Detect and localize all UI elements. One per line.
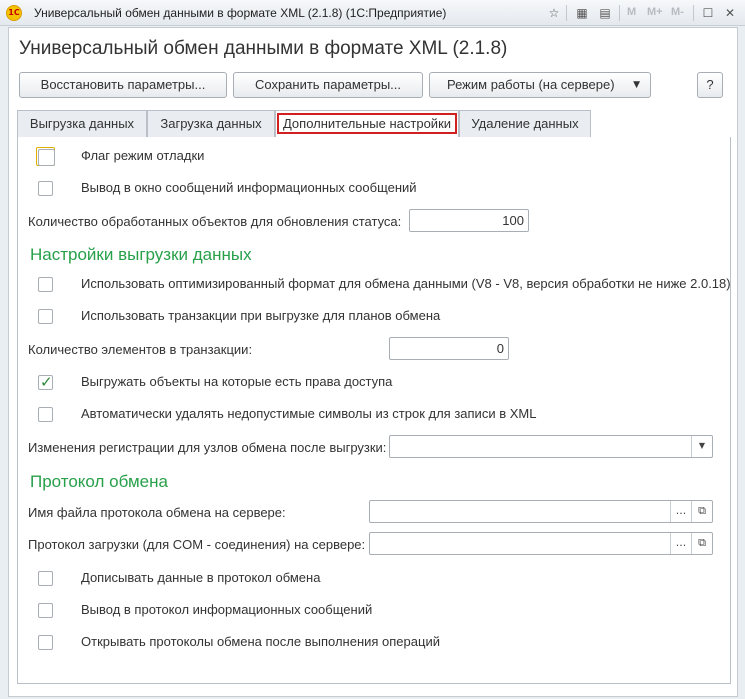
com-protocol-label: Протокол загрузки (для COM - соединения)… bbox=[28, 537, 366, 552]
protocol-info-label: Вывод в протокол информационных сообщени… bbox=[81, 602, 373, 617]
tab-export[interactable]: Выгрузка данных bbox=[17, 110, 147, 137]
memory-plus-button[interactable]: M+ bbox=[647, 6, 663, 18]
tab-additional-settings[interactable]: Дополнительные настройки bbox=[275, 110, 459, 138]
tab-panel-additional-settings: Флаг режим отладки Вывод в окно сообщени… bbox=[17, 137, 731, 684]
optimized-format-checkbox[interactable] bbox=[38, 277, 53, 292]
optimized-format-label: Использовать оптимизированный формат для… bbox=[81, 276, 731, 291]
select-file-button[interactable]: ... bbox=[670, 533, 691, 554]
export-rights-label: Выгружать объекты на которые есть права … bbox=[81, 374, 393, 389]
toolbar-divider bbox=[619, 5, 620, 21]
protocol-info-checkbox[interactable] bbox=[38, 603, 53, 618]
checkmark-icon: ✓ bbox=[40, 373, 53, 391]
work-mode-dropdown[interactable]: Режим работы (на сервере) ▼ bbox=[429, 72, 651, 98]
calculator-icon[interactable]: ▦ bbox=[573, 4, 591, 22]
info-messages-label: Вывод в окно сообщений информационных со… bbox=[81, 180, 417, 195]
calendar-icon[interactable]: ▤ bbox=[596, 4, 614, 22]
transaction-count-input[interactable]: 0 bbox=[389, 337, 509, 360]
open-protocols-checkbox[interactable] bbox=[38, 635, 53, 650]
open-file-icon[interactable]: ⧉ bbox=[691, 501, 712, 522]
append-protocol-checkbox[interactable] bbox=[38, 571, 53, 586]
restore-params-button[interactable]: Восстановить параметры... bbox=[19, 72, 227, 98]
tab-delete[interactable]: Удаление данных bbox=[459, 110, 591, 137]
status-count-input[interactable]: 100 bbox=[409, 209, 529, 232]
window-title: Универсальный обмен данными в формате XM… bbox=[34, 6, 447, 20]
status-count-label: Количество обработанных объектов для обн… bbox=[28, 214, 402, 229]
close-icon[interactable]: ✕ bbox=[721, 4, 739, 22]
favorite-star-icon[interactable]: ☆ bbox=[545, 4, 563, 22]
protocol-section-heading: Протокол обмена bbox=[30, 472, 168, 491]
transaction-count-value: 0 bbox=[496, 341, 504, 356]
tab-label: Дополнительные настройки bbox=[276, 113, 458, 134]
status-count-value: 100 bbox=[502, 213, 524, 228]
protocol-file-input[interactable]: ... ⧉ bbox=[369, 500, 713, 523]
work-mode-label: Режим работы (на сервере) bbox=[447, 77, 615, 92]
transaction-count-label: Количество элементов в транзакции: bbox=[28, 342, 253, 357]
debug-flag-checkbox[interactable] bbox=[36, 147, 55, 166]
select-file-button[interactable]: ... bbox=[670, 501, 691, 522]
chevron-down-icon: ▼ bbox=[633, 80, 640, 90]
memory-m-button[interactable]: M bbox=[627, 6, 636, 18]
window-titlebar: 1С Универсальный обмен данными в формате… bbox=[0, 0, 745, 26]
form-title: Универсальный обмен данными в формате XM… bbox=[19, 38, 508, 59]
open-protocols-label: Открывать протоколы обмена после выполне… bbox=[81, 634, 440, 649]
protocol-file-label: Имя файла протокола обмена на сервере: bbox=[28, 505, 286, 520]
toolbar-divider bbox=[566, 5, 567, 21]
info-messages-checkbox[interactable] bbox=[38, 181, 53, 196]
remove-invalid-checkbox[interactable] bbox=[38, 407, 53, 422]
remove-invalid-label: Автоматически удалять недопустимые симво… bbox=[81, 406, 537, 421]
toolbar-divider bbox=[693, 5, 694, 21]
save-params-button[interactable]: Сохранить параметры... bbox=[233, 72, 423, 98]
maximize-icon[interactable]: ☐ bbox=[699, 4, 717, 22]
registration-changes-label: Изменения регистрации для узлов обмена п… bbox=[28, 440, 387, 455]
open-file-icon[interactable]: ⧉ bbox=[691, 533, 712, 554]
app-logo-icon: 1С bbox=[6, 5, 22, 21]
dropdown-arrow-icon[interactable]: ▼ bbox=[691, 436, 712, 457]
form-window: Универсальный обмен данными в формате XM… bbox=[8, 27, 738, 697]
append-protocol-label: Дописывать данные в протокол обмена bbox=[81, 570, 321, 585]
registration-changes-select[interactable]: ▼ bbox=[389, 435, 713, 458]
memory-minus-button[interactable]: M- bbox=[671, 6, 684, 18]
export-rights-checkbox[interactable]: ✓ bbox=[38, 373, 53, 391]
tab-import[interactable]: Загрузка данных bbox=[147, 110, 275, 137]
use-transactions-checkbox[interactable] bbox=[38, 309, 53, 324]
com-protocol-input[interactable]: ... ⧉ bbox=[369, 532, 713, 555]
export-section-heading: Настройки выгрузки данных bbox=[30, 245, 252, 264]
debug-flag-label: Флаг режим отладки bbox=[81, 148, 205, 163]
use-transactions-label: Использовать транзакции при выгрузке для… bbox=[81, 308, 441, 323]
help-button[interactable]: ? bbox=[697, 72, 723, 98]
